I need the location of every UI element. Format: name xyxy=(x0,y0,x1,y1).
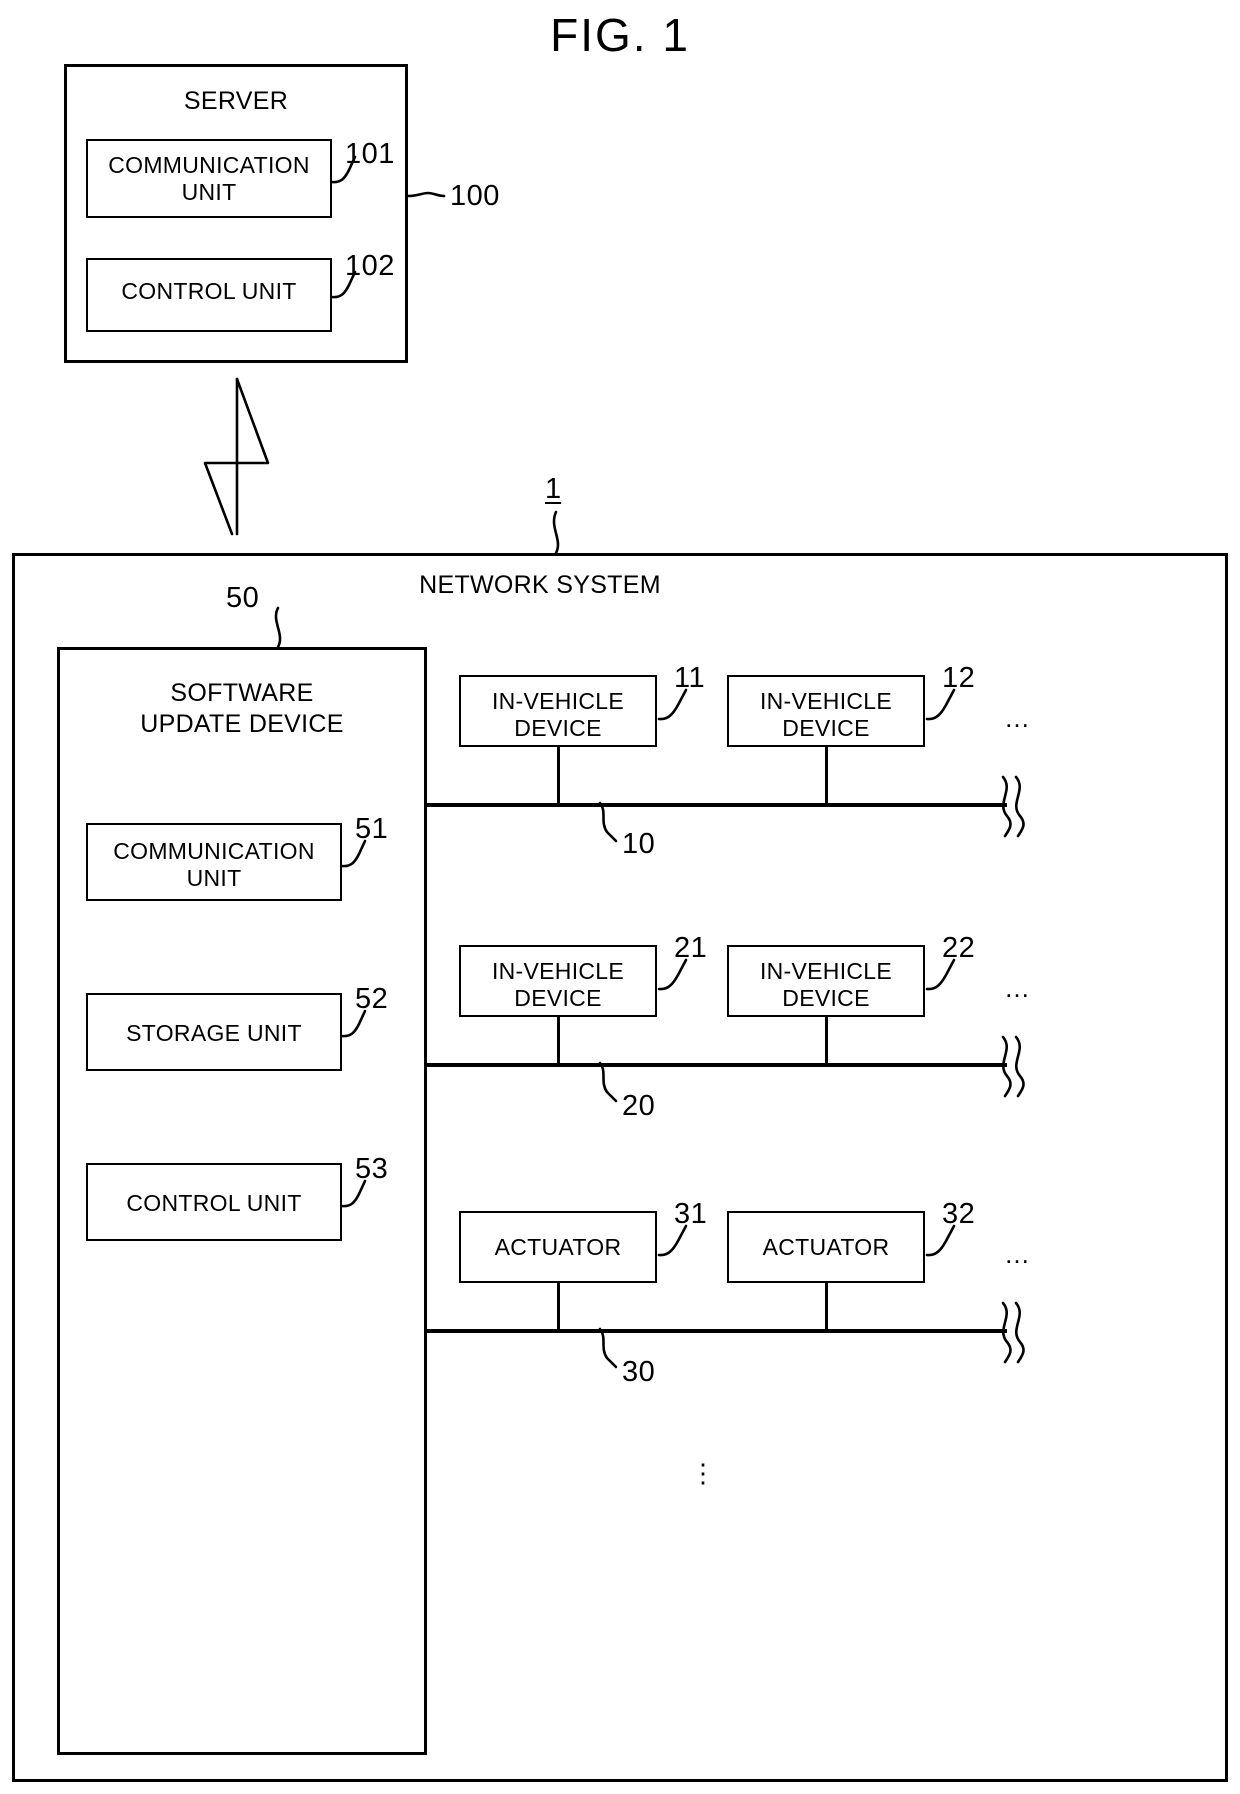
in-vehicle-device-21-label: IN-VEHICLE DEVICE xyxy=(491,958,625,1011)
ref-50: 50 xyxy=(226,582,260,614)
actuator-31-label: ACTUATOR xyxy=(494,1234,622,1260)
leader-1 xyxy=(552,510,560,555)
bus-line-30 xyxy=(427,1329,1007,1333)
ref-51: 51 xyxy=(355,813,389,845)
ref-101: 101 xyxy=(345,138,395,170)
bus-1-stub-left xyxy=(557,747,560,803)
row-3-continuation-dots: … xyxy=(1004,1239,1035,1269)
bus-1-stub-right xyxy=(825,747,828,803)
row-2-continuation-dots: … xyxy=(1004,973,1035,1003)
ref-21: 21 xyxy=(674,932,708,964)
wireless-lightning-icon xyxy=(203,377,270,536)
sw-communication-unit-label: COMMUNICATION UNIT xyxy=(113,838,315,891)
sw-storage-unit-label: STORAGE UNIT xyxy=(126,1020,302,1046)
ref-1: 1 xyxy=(545,473,562,505)
ref-11: 11 xyxy=(674,662,706,694)
figure-title: FIG. 1 xyxy=(550,9,690,61)
ref-100: 100 xyxy=(450,180,500,212)
row-1-continuation-dots: … xyxy=(1004,703,1035,733)
ref-53: 53 xyxy=(355,1153,389,1185)
in-vehicle-device-11-label: IN-VEHICLE DEVICE xyxy=(491,688,625,741)
ref-20: 20 xyxy=(622,1090,656,1122)
in-vehicle-device-22-label: IN-VEHICLE DEVICE xyxy=(759,958,893,1011)
server-title: SERVER xyxy=(183,87,289,115)
software-update-device-title: SOFTWARE UPDATE DEVICE xyxy=(140,679,344,738)
bus-line-10 xyxy=(427,803,1007,807)
ref-52: 52 xyxy=(355,983,389,1015)
ref-102: 102 xyxy=(345,250,395,282)
network-system-title: NETWORK SYSTEM xyxy=(419,571,661,599)
bus-line-20 xyxy=(427,1063,1007,1067)
server-communication-unit-label: COMMUNICATION UNIT xyxy=(108,152,310,205)
more-buses-vertical-ellipsis: ⋮ xyxy=(690,1458,716,1488)
bus-3-stub-right xyxy=(825,1283,828,1329)
ref-32: 32 xyxy=(942,1198,976,1230)
ref-30: 30 xyxy=(622,1356,656,1388)
ref-12: 12 xyxy=(942,662,976,694)
server-control-unit-label: CONTROL UNIT xyxy=(121,278,297,304)
sw-control-unit-label: CONTROL UNIT xyxy=(126,1190,302,1216)
in-vehicle-device-12-label: IN-VEHICLE DEVICE xyxy=(759,688,893,741)
bus-3-stub-left xyxy=(557,1283,560,1329)
bus-2-stub-right xyxy=(825,1017,828,1063)
actuator-32-label: ACTUATOR xyxy=(762,1234,890,1260)
ref-10: 10 xyxy=(622,828,656,860)
ref-22: 22 xyxy=(942,932,976,964)
bus-2-stub-left xyxy=(557,1017,560,1063)
ref-31: 31 xyxy=(674,1198,708,1230)
leader-100 xyxy=(406,191,446,198)
